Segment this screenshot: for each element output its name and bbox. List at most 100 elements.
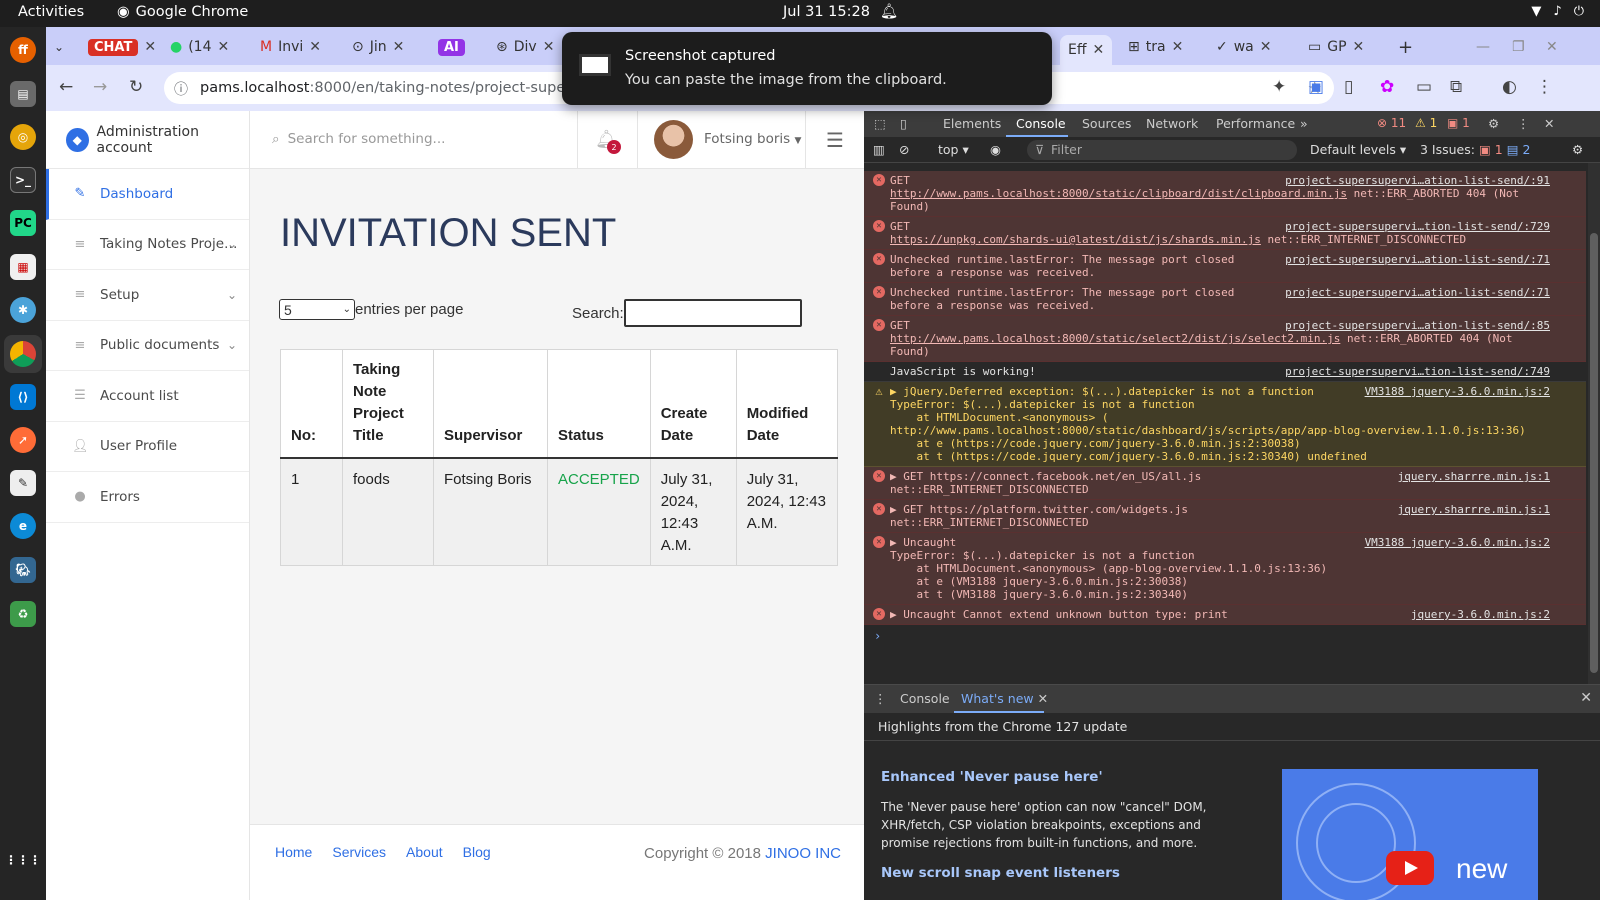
- scrollbar-thumb[interactable]: [1590, 233, 1598, 673]
- tab-ai[interactable]: AI: [438, 35, 465, 59]
- inspect-element-icon[interactable]: ⬚: [874, 116, 886, 131]
- reload-icon[interactable]: ↻: [129, 77, 143, 97]
- tab-div[interactable]: ⊛ Div ✕: [496, 35, 554, 59]
- system-tray[interactable]: ▼ ♪ ⏻: [1531, 4, 1584, 19]
- clock[interactable]: Jul 31 15:28: [783, 4, 870, 20]
- tab-search-button[interactable]: ⌄: [54, 35, 64, 59]
- new-tab-button[interactable]: +: [1398, 35, 1413, 59]
- feature-heading[interactable]: New scroll snap event listeners: [881, 865, 1120, 881]
- console-filter-input[interactable]: ⊽ Filter: [1027, 140, 1297, 160]
- youtube-play-icon[interactable]: [1386, 851, 1434, 885]
- tab-console[interactable]: Console: [1016, 116, 1066, 131]
- close-icon[interactable]: ✕: [1260, 39, 1272, 55]
- vscode-icon[interactable]: ⟨⟩: [10, 384, 36, 410]
- close-icon[interactable]: ✕: [1172, 39, 1184, 55]
- sidebar-item-account-list[interactable]: ☰ Account list: [46, 371, 249, 422]
- close-icon[interactable]: ✕: [309, 39, 321, 55]
- close-icon[interactable]: ✕: [1093, 42, 1105, 58]
- extension-icon[interactable]: ✦: [1272, 77, 1286, 97]
- tab-chat[interactable]: CHAT ✕: [88, 35, 156, 59]
- kebab-menu-icon[interactable]: ⋮: [1517, 116, 1530, 131]
- tab-whatsapp-2[interactable]: ✓ wa ✕: [1216, 35, 1272, 59]
- maximize-icon[interactable]: ❐: [1512, 35, 1525, 59]
- sidebar-item-user-profile[interactable]: 👤︎ User Profile: [46, 422, 249, 472]
- log-levels-select[interactable]: Default levels ▾: [1310, 142, 1406, 157]
- profile-icon[interactable]: ◐: [1502, 77, 1517, 97]
- column-header[interactable]: Create Date: [649, 349, 737, 459]
- clear-console-icon[interactable]: ⊘: [899, 142, 909, 157]
- search-input[interactable]: Search for something...: [288, 131, 446, 147]
- source-link[interactable]: jquery.sharrre.min.js:1: [1398, 470, 1550, 483]
- source-link[interactable]: VM3188 jquery-3.6.0.min.js:2: [1365, 385, 1550, 398]
- issues-count[interactable]: ▣ 1: [1447, 116, 1470, 130]
- tab-network[interactable]: Network: [1146, 116, 1198, 131]
- minimize-icon[interactable]: —: [1476, 35, 1490, 59]
- site-info-icon[interactable]: ⓘ: [174, 79, 188, 99]
- drawer-menu-icon[interactable]: ⋮: [874, 691, 887, 706]
- tab-sources[interactable]: Sources: [1082, 116, 1131, 131]
- console-error[interactable]: ✕ GET http://www.pams.localhost:8000/stat…: [864, 171, 1586, 217]
- hamburger-menu-icon[interactable]: ☰: [826, 128, 844, 152]
- sidebar-item-dashboard[interactable]: ✎ Dashboard: [46, 169, 249, 220]
- screenshot-notification[interactable]: Screenshot captured You can paste the im…: [562, 32, 1052, 105]
- drawer-tab-whats-new[interactable]: What's new ✕: [961, 691, 1048, 706]
- window-close-icon[interactable]: ✕: [1546, 35, 1558, 59]
- sidebar-brand[interactable]: ◆ Administration account: [46, 111, 249, 169]
- close-drawer-icon[interactable]: ✕: [1580, 690, 1592, 706]
- gear-icon[interactable]: ⚙: [1488, 116, 1499, 131]
- column-header[interactable]: Status: [547, 349, 651, 459]
- extensions-puzzle-icon[interactable]: ⧉: [1450, 77, 1462, 97]
- header-search[interactable]: ⌕ Search for something...: [272, 131, 445, 147]
- trash-icon[interactable]: ♻: [10, 601, 36, 627]
- terminal-icon[interactable]: >_: [10, 167, 36, 193]
- postman-icon[interactable]: ➚: [10, 427, 36, 453]
- whats-new-video-thumbnail[interactable]: new: [1282, 769, 1538, 900]
- extension-icon[interactable]: ▣: [1308, 77, 1324, 97]
- console-error[interactable]: ✕ ▶ Uncaught Cannot extend unknown button…: [864, 605, 1586, 625]
- sidebar-item-taking-notes[interactable]: ≡ Taking Notes Proje… ⌄: [46, 220, 249, 270]
- footer-link-about[interactable]: About: [406, 844, 443, 860]
- feature-heading[interactable]: Enhanced 'Never pause here': [881, 769, 1103, 785]
- tab-jinoo[interactable]: ⊙ Jin ✕: [352, 35, 404, 59]
- console-error[interactable]: ✕ Unchecked runtime.lastError: The messag…: [864, 250, 1586, 283]
- context-select[interactable]: top ▾: [938, 142, 969, 157]
- sidebar-item-errors[interactable]: ● Errors: [46, 472, 249, 523]
- footer-link-services[interactable]: Services: [332, 844, 386, 860]
- entries-select[interactable]: 5 ⌄: [279, 299, 355, 320]
- table-row[interactable]: 1 foods Fotsing Boris ACCEPTED July 31, …: [280, 457, 838, 566]
- text-editor-icon[interactable]: ✎: [10, 470, 36, 496]
- tab-translate[interactable]: ⊞ tra ✕: [1128, 35, 1183, 59]
- warning-count[interactable]: ⚠ 1: [1415, 116, 1437, 130]
- source-link[interactable]: project-supersupervi…ation-list-send/:71: [1285, 286, 1550, 299]
- column-header[interactable]: Modified Date: [735, 349, 838, 459]
- console-error[interactable]: ✕ ▶ GET https://platform.twitter.com/widg…: [864, 500, 1586, 533]
- console-prompt[interactable]: ›: [864, 625, 1586, 647]
- close-icon[interactable]: ✕: [393, 39, 405, 55]
- activities-button[interactable]: Activities: [18, 4, 84, 20]
- sidebar-toggle-icon[interactable]: ▥: [873, 142, 885, 157]
- console-warning[interactable]: ⚠ ▶ jQuery.Deferred exception: $(...).dat…: [864, 382, 1586, 467]
- close-icon[interactable]: ✕: [543, 39, 555, 55]
- console-error[interactable]: ✕ GET https://unpkg.com/shards-ui@latest/…: [864, 217, 1586, 250]
- drawer-tab-console[interactable]: Console: [900, 691, 950, 706]
- extension-icon[interactable]: ✿: [1380, 77, 1394, 97]
- chrome-menu-icon[interactable]: ⋮: [1536, 77, 1553, 97]
- source-link[interactable]: VM3188 jquery-3.6.0.min.js:2: [1365, 536, 1550, 549]
- tab-whatsapp[interactable]: ● (14 ✕: [170, 35, 229, 59]
- console-error[interactable]: ✕ ▶ Uncaught TypeError: $(...).datepicker…: [864, 533, 1586, 605]
- more-tabs-icon[interactable]: »: [1300, 116, 1308, 131]
- forward-icon[interactable]: →: [93, 77, 107, 97]
- console-error[interactable]: ✕ Unchecked runtime.lastError: The messag…: [864, 283, 1586, 316]
- table-search-input[interactable]: [623, 299, 802, 327]
- eye-icon[interactable]: ◉: [990, 142, 1001, 157]
- issues-summary[interactable]: 3 Issues: ▣ 1 ▤ 2: [1420, 142, 1530, 157]
- console-error[interactable]: ✕ GET http://www.pams.localhost:8000/stat…: [864, 316, 1586, 362]
- close-icon[interactable]: ✕: [218, 39, 230, 55]
- sidebar-item-public-documents[interactable]: ≡ Public documents ⌄: [46, 321, 249, 371]
- pycharm-icon[interactable]: PC: [10, 210, 36, 236]
- source-link[interactable]: jquery-3.6.0.min.js:2: [1411, 608, 1550, 621]
- postgres-icon[interactable]: 🐘︎: [10, 557, 36, 583]
- source-link[interactable]: project-supersupervi…ation-list-send/:71: [1285, 253, 1550, 266]
- extension-icon[interactable]: ▭: [1416, 77, 1432, 97]
- device-toolbar-icon[interactable]: ▯: [900, 116, 907, 131]
